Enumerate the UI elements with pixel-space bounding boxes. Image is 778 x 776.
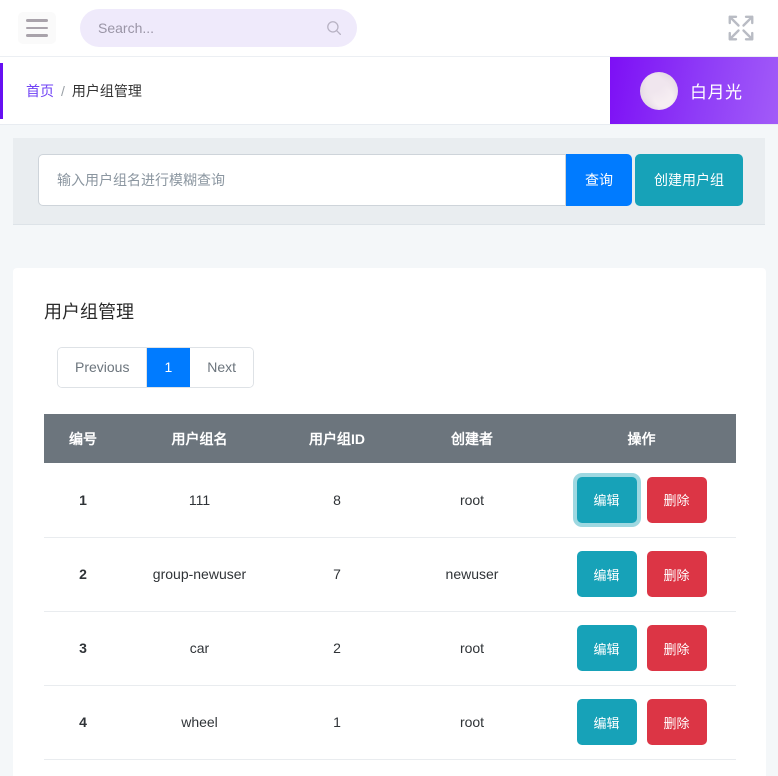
table-row: 2 group-newuser 7 newuser 编辑 删除 [44,537,736,612]
cell-group-id: 2 [277,611,397,686]
edit-button[interactable]: 编辑 [576,699,637,745]
column-header-gid: 用户组ID [277,414,397,463]
user-group-panel: 用户组管理 Previous 1 Next 编号 用户组名 用户组ID 创建者 … [13,268,766,776]
cell-group-name: 111 [122,463,277,538]
table-header: 编号 用户组名 用户组ID 创建者 操作 [44,414,736,463]
cell-index: 2 [44,537,122,612]
breadcrumb-bar: 首页 / 用户组管理 白月光 [0,57,778,125]
page-title: 用户组管理 [44,302,134,322]
breadcrumb-home[interactable]: 首页 [26,81,54,101]
breadcrumb: 首页 / 用户组管理 [0,81,142,101]
row-actions: 编辑 删除 [547,625,736,671]
global-search[interactable] [80,9,357,47]
pagination-previous[interactable]: Previous [58,348,148,387]
create-group-button[interactable]: 创建用户组 [635,154,743,206]
cell-index: 4 [44,685,122,760]
breadcrumb-separator: / [61,82,65,99]
table-row: 3 car 2 root 编辑 删除 [44,611,736,686]
cell-group-name: wheel [122,685,277,760]
cell-actions: 编辑 删除 [547,685,736,760]
pagination-page-1[interactable]: 1 [147,348,191,387]
accent-bar [0,63,3,119]
column-header-name: 用户组名 [122,414,277,463]
filter-bar: 查询 创建用户组 [13,138,765,225]
hamburger-bar [26,26,48,30]
cell-index: 1 [44,463,122,538]
avatar [640,71,678,110]
table-row: 4 wheel 1 root 编辑 删除 [44,685,736,760]
cell-creator: root [397,685,547,760]
delete-button[interactable]: 删除 [646,699,707,745]
column-header-creator: 创建者 [397,414,547,463]
column-header-actions: 操作 [547,414,736,463]
edit-button[interactable]: 编辑 [576,551,637,597]
user-name: 白月光 [690,83,743,102]
query-button[interactable]: 查询 [566,154,632,206]
row-actions: 编辑 删除 [547,551,736,597]
column-header-index: 编号 [44,414,122,463]
hamburger-bar [26,19,48,22]
cell-index: 3 [44,611,122,686]
edit-button[interactable]: 编辑 [576,476,637,523]
cell-group-id: 7 [277,537,397,612]
row-actions: 编辑 删除 [547,476,736,523]
cell-group-id: 8 [277,463,397,538]
cell-group-name: car [122,611,277,686]
cell-actions: 编辑 删除 [547,537,736,612]
search-icon [327,21,342,36]
delete-button[interactable]: 删除 [646,625,707,671]
cell-group-id: 1 [277,685,397,760]
hamburger-icon[interactable] [18,12,56,44]
user-profile[interactable]: 白月光 [610,57,778,124]
group-search-input[interactable] [38,154,566,206]
top-bar [0,0,778,57]
cell-creator: root [397,463,547,538]
delete-button[interactable]: 删除 [646,551,707,597]
table-header-row: 编号 用户组名 用户组ID 创建者 操作 [44,414,736,463]
breadcrumb-current: 用户组管理 [71,82,142,99]
hamburger-bar [26,34,48,37]
edit-button[interactable]: 编辑 [576,625,637,671]
cell-actions: 编辑 删除 [547,463,736,538]
row-actions: 编辑 删除 [547,699,736,745]
pagination: Previous 1 Next [57,347,255,388]
delete-button[interactable]: 删除 [646,476,707,523]
cell-group-name: group-newuser [122,537,277,612]
cell-creator: newuser [397,537,547,612]
user-group-table: 编号 用户组名 用户组ID 创建者 操作 1 111 8 root 编辑 删除 [44,414,736,760]
cell-creator: root [397,611,547,686]
pagination-next[interactable]: Next [190,348,254,387]
table-row: 1 111 8 root 编辑 删除 [44,463,736,538]
table-body: 1 111 8 root 编辑 删除 2 group-newuser 7 new… [44,463,736,760]
cell-actions: 编辑 删除 [547,611,736,686]
search-input[interactable] [98,20,325,36]
expand-arrows-icon[interactable] [726,13,756,43]
